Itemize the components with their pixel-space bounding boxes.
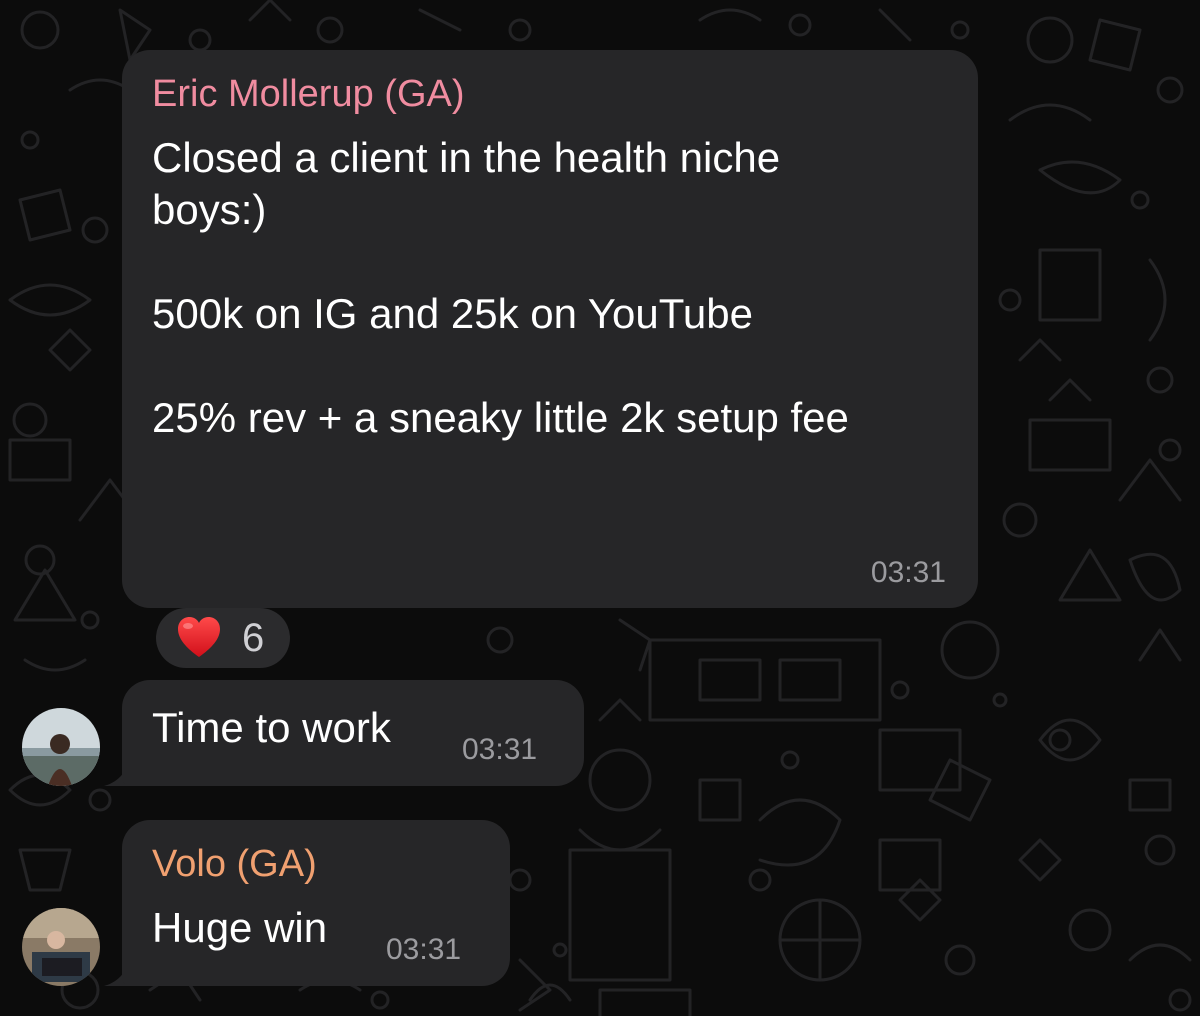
reaction-count: 6 [242,616,265,660]
avatar[interactable] [22,708,100,786]
message-text: Huge win [152,904,328,951]
reaction-badge[interactable]: 6 [156,608,290,668]
message-bubble[interactable]: Volo (GA) Huge win 03:31 [122,820,510,986]
sender-name[interactable]: Eric Mollerup (GA) [152,72,465,116]
message-text: Closed a client in the health niche boys… [152,134,849,441]
message-bubble[interactable]: Time to work 03:31 [122,680,584,786]
user-photo-avatar [22,908,100,986]
message-time: 03:31 [870,556,946,589]
message-bubble[interactable]: Eric Mollerup (GA) Closed a client in th… [122,50,978,608]
message-time: 03:31 [386,933,462,966]
sender-name[interactable]: Volo (GA) [152,842,317,886]
avatar[interactable] [22,908,100,986]
user-photo-avatar [22,708,100,786]
message-text: Time to work [152,704,391,751]
message-time: 03:31 [462,733,538,766]
heart-icon [178,617,220,657]
